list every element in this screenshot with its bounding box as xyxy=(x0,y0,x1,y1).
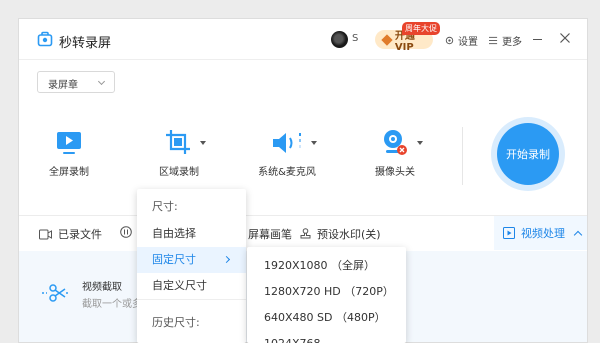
menu-item-fixed-size[interactable]: 固定尺寸 xyxy=(137,247,246,273)
app-title: 秒转录屏 xyxy=(59,36,112,51)
app-logo-icon xyxy=(37,31,53,47)
feature-title[interactable]: 视频截取 xyxy=(82,278,122,293)
avatar[interactable] xyxy=(331,31,348,48)
start-record-label: 开始录制 xyxy=(506,148,550,161)
pause-button[interactable] xyxy=(120,226,138,238)
size-menu: 尺寸: 自由选择 固定尺寸 自定义尺寸 历史尺寸: xyxy=(137,189,246,343)
minimize-button[interactable] xyxy=(533,39,542,40)
divider xyxy=(137,299,246,300)
mode-dropdown[interactable]: 录屏章 xyxy=(37,71,115,93)
divider xyxy=(462,127,463,185)
chevron-down-icon xyxy=(97,77,106,86)
menu-icon xyxy=(489,36,498,45)
recorded-files-button[interactable]: 已录文件 xyxy=(39,226,102,242)
tool-label: 区域录制 xyxy=(159,167,199,178)
pause-icon xyxy=(120,226,132,238)
settings-button[interactable]: 设置 xyxy=(445,33,478,48)
video-processing-toggle[interactable]: 视频处理 xyxy=(494,216,587,250)
webcam-icon xyxy=(384,130,407,155)
tool-label: 系统&麦克风 xyxy=(258,167,316,178)
video-processing-label: 视频处理 xyxy=(521,227,565,240)
menu-item-size[interactable]: 1280X720 HD （720P） xyxy=(247,279,406,305)
user-name[interactable]: S xyxy=(352,33,358,44)
tool-label: 全屏录制 xyxy=(49,167,89,178)
recorded-files-label: 已录文件 xyxy=(58,228,102,241)
tool-label: 摄像头关 xyxy=(375,167,415,178)
diamond-icon xyxy=(381,33,393,46)
watermark-button[interactable]: 预设水印(关) xyxy=(300,226,381,242)
history-size-header: 历史尺寸: xyxy=(152,316,200,329)
gear-icon xyxy=(445,36,454,45)
caret-down-icon[interactable] xyxy=(417,141,423,145)
close-icon[interactable] xyxy=(559,32,571,44)
settings-label: 设置 xyxy=(458,37,478,48)
stamp-icon xyxy=(300,228,311,239)
divider xyxy=(19,59,587,60)
caret-down-icon[interactable] xyxy=(311,141,317,145)
screen-brush-button[interactable]: 屏幕画笔 xyxy=(248,226,292,242)
chevron-right-icon xyxy=(222,255,231,264)
menu-item-size[interactable]: 640X480 SD （480P） xyxy=(247,305,406,331)
menu-item-label: 固定尺寸 xyxy=(152,253,196,266)
start-record-button[interactable]: 开始录制 xyxy=(497,123,559,185)
menu-item-custom-size[interactable]: 自定义尺寸 xyxy=(137,273,246,299)
more-label: 更多 xyxy=(502,37,522,48)
feature-description: 截取一个或多 xyxy=(82,299,142,310)
menu-item-size[interactable]: 1024X768 xyxy=(247,331,406,343)
screen-brush-label: 屏幕画笔 xyxy=(248,228,292,241)
watermark-label: 预设水印(关) xyxy=(317,228,381,241)
monitor-play-icon xyxy=(57,132,81,154)
fixed-size-submenu: 1920X1080 （全屏） 1280X720 HD （720P） 640X48… xyxy=(247,247,406,343)
caret-down-icon[interactable] xyxy=(200,141,206,145)
mode-dropdown-value: 录屏章 xyxy=(48,80,78,91)
title-bar: 秒转录屏 S 开通VIP 周年大促 设置 更多 xyxy=(19,19,587,59)
menu-item-free-select[interactable]: 自由选择 xyxy=(137,221,246,247)
chevron-up-icon xyxy=(573,230,583,239)
video-file-icon xyxy=(39,229,52,239)
video-play-icon xyxy=(503,227,515,239)
size-menu-header: 尺寸: xyxy=(152,200,178,213)
more-button[interactable]: 更多 xyxy=(489,33,522,48)
crop-area-icon xyxy=(166,130,190,154)
video-cut-icon[interactable] xyxy=(41,283,71,303)
promo-badge: 周年大促 xyxy=(402,22,440,35)
speaker-icon xyxy=(273,133,301,153)
menu-item-size[interactable]: 1920X1080 （全屏） xyxy=(247,253,406,279)
